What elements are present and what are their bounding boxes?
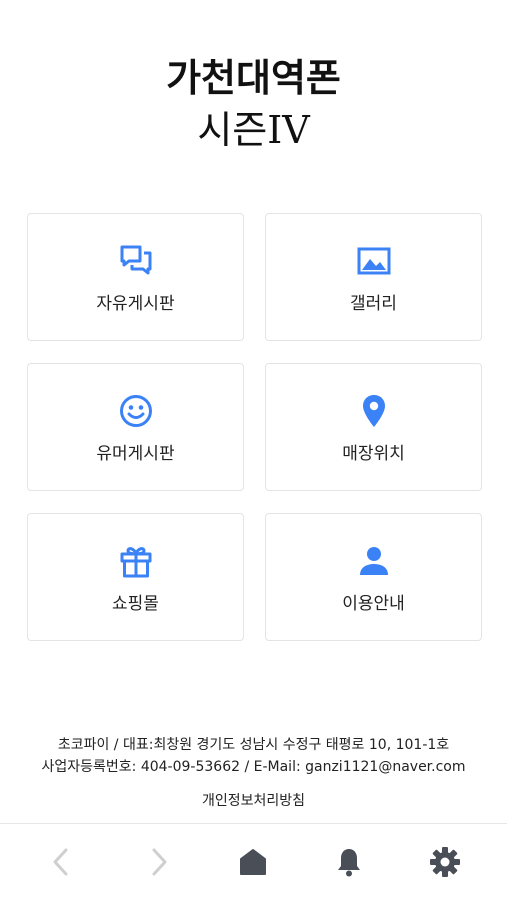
menu-card-label: 쇼핑몰 — [112, 593, 159, 614]
gear-icon — [430, 847, 461, 877]
chat-bubbles-icon — [116, 241, 156, 281]
menu-card-humor-board[interactable]: 유머게시판 — [27, 363, 244, 491]
menu-card-guide[interactable]: 이용안내 — [265, 513, 482, 641]
forward-icon — [152, 848, 167, 876]
menu-card-store-location[interactable]: 매장위치 — [265, 363, 482, 491]
bell-icon — [338, 849, 361, 877]
menu-card-label: 매장위치 — [342, 443, 405, 464]
company-info: 초코파이 / 대표:최창원 경기도 성남시 수정구 태평로 10, 101-1호… — [0, 734, 507, 778]
home-button[interactable] — [229, 838, 277, 886]
notifications-button[interactable] — [325, 838, 373, 886]
menu-card-label: 유머게시판 — [96, 443, 175, 464]
forward-button[interactable] — [134, 838, 182, 886]
registration-line: 사업자등록번호: 404-09-53662 / E-Mail: ganzi112… — [41, 759, 466, 775]
settings-button[interactable] — [421, 838, 469, 886]
smiley-icon — [116, 391, 156, 431]
app-title-line1: 가천대역폰 — [166, 56, 341, 100]
back-icon — [53, 848, 68, 876]
image-icon — [354, 241, 394, 281]
menu-card-label: 이용안내 — [342, 593, 405, 614]
company-line: 초코파이 / 대표:최창원 경기도 성남시 수정구 태평로 10, 101-1호 — [57, 737, 450, 753]
menu-card-label: 자유게시판 — [96, 293, 175, 314]
menu-grid: 자유게시판 갤러리 유머게시판 매장위치 쇼핑몰 이용안내 — [27, 213, 483, 641]
location-pin-icon — [354, 391, 394, 431]
home-icon — [240, 849, 267, 875]
gift-icon — [116, 541, 156, 581]
menu-card-free-board[interactable]: 자유게시판 — [27, 213, 244, 341]
bottom-navigation-bar — [0, 823, 507, 900]
menu-card-shop[interactable]: 쇼핑몰 — [27, 513, 244, 641]
person-icon — [354, 541, 394, 581]
privacy-policy-link[interactable]: 개인정보처리방침 — [0, 790, 507, 810]
back-button[interactable] — [38, 838, 86, 886]
app-title: 가천대역폰 시즌IV — [0, 52, 507, 156]
app-title-line2: 시즌IV — [197, 108, 310, 152]
menu-card-label: 갤러리 — [350, 293, 397, 314]
menu-card-gallery[interactable]: 갤러리 — [265, 213, 482, 341]
